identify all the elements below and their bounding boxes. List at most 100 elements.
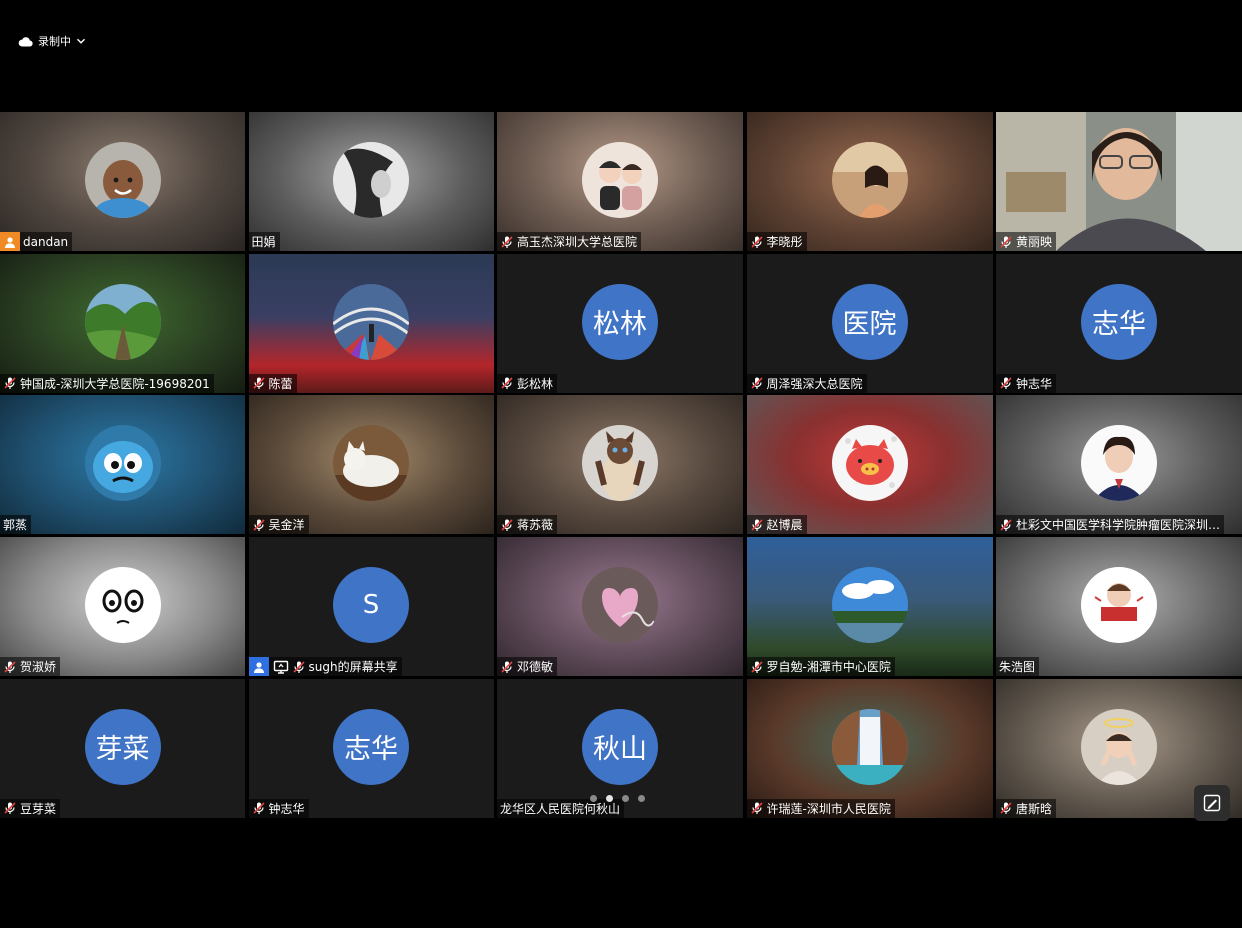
participant-tile[interactable]: 邓德敏 [497, 537, 743, 677]
cloud-icon [18, 36, 33, 47]
mic-muted-icon [1000, 377, 1012, 390]
participant-avatar [582, 142, 658, 218]
participant-name: 李晓彤 [766, 235, 803, 249]
mic-muted-icon [750, 660, 763, 673]
mic-muted-icon [252, 802, 265, 815]
screen-share-icon [273, 660, 288, 674]
participant-avatar [831, 142, 908, 218]
mic-muted-icon [750, 802, 763, 815]
page-dot[interactable] [606, 795, 613, 802]
participant-avatar [84, 283, 161, 360]
participant-label: 郭蒸 [0, 515, 32, 535]
participant-name: 龙华区人民医院何秋山 [500, 801, 621, 816]
participant-avatar: S [333, 567, 409, 644]
participant-video [996, 112, 1242, 251]
mic-muted-icon [750, 235, 763, 248]
participant-name: 朱浩图 [999, 660, 1036, 675]
participant-label: 彭松林 [497, 373, 558, 393]
participant-tile[interactable]: 郭蒸 [0, 395, 245, 535]
participant-tile[interactable]: 蒋苏薇 [497, 395, 743, 535]
participant-avatar [333, 425, 409, 502]
participant-grid: dandan 田娟 高玉杰深圳大学总医院 李晓彤 黄丽映 钟国成-深圳大学总医院… [0, 112, 1242, 818]
participant-name: 周泽强深大总医院 [766, 376, 863, 391]
participant-tile[interactable]: 许瑞莲-深圳市人民医院 [746, 678, 993, 818]
participant-name: 罗自勉-湘潭市中心医院 [766, 660, 891, 675]
mic-muted-icon [501, 519, 513, 531]
participant-name: 杜彩文中国医学科学院肿瘤医院深圳… [1016, 518, 1221, 533]
participant-name: 蒋苏薇 [517, 518, 554, 533]
mic-muted-icon [501, 235, 513, 248]
participant-tile[interactable]: 贺淑娇 [0, 537, 245, 677]
participant-tile[interactable]: 朱浩图 [996, 537, 1242, 677]
participant-name: 钟志华 [268, 801, 305, 816]
participant-tile[interactable]: 杜彩文中国医学科学院肿瘤医院深圳… [996, 395, 1242, 535]
page-indicator[interactable] [590, 795, 645, 802]
participant-tile[interactable]: 高玉杰深圳大学总医院 [497, 112, 743, 251]
page-dot[interactable] [638, 795, 645, 802]
participant-tile[interactable]: 钟国成-深圳大学总医院-19698201 [0, 253, 245, 393]
participant-avatar [582, 567, 658, 644]
participant-avatar [84, 425, 161, 502]
mic-muted-icon [750, 377, 763, 390]
participant-label: 赵博晨 [746, 515, 807, 535]
mic-muted-icon [252, 519, 265, 531]
page-dot[interactable] [622, 795, 629, 802]
participant-tile[interactable]: 李晓彤 [746, 112, 993, 251]
page-dot[interactable] [590, 795, 597, 802]
participant-label: 贺淑娇 [0, 657, 61, 677]
participant-tile[interactable]: 医院 周泽强深大总医院 [746, 253, 993, 393]
participant-name: 许瑞莲-深圳市人民医院 [766, 801, 891, 816]
participant-avatar [1081, 567, 1157, 644]
participant-name: 陈蕾 [268, 376, 293, 391]
participant-tile[interactable]: 陈蕾 [248, 253, 494, 393]
participant-name: 钟国成-深圳大学总医院-19698201 [20, 376, 210, 391]
recording-indicator[interactable]: 录制中 [18, 33, 86, 49]
participant-tile[interactable]: 罗自勉-湘潭市中心医院 [746, 537, 993, 677]
participant-tile[interactable]: dandan [0, 112, 245, 251]
mic-muted-icon [1000, 519, 1012, 531]
participant-label: 钟志华 [248, 798, 309, 818]
participant-label: 许瑞莲-深圳市人民医院 [746, 798, 895, 818]
participant-tile[interactable]: 芽菜 豆芽菜 [0, 678, 245, 818]
host-icon [248, 657, 269, 677]
participant-tile[interactable]: 志华 钟志华 [248, 678, 494, 818]
participant-label: 李晓彤 [746, 232, 807, 251]
host-icon [0, 232, 20, 251]
participant-label: 钟国成-深圳大学总医院-19698201 [0, 373, 214, 393]
participant-name: 郭蒸 [3, 518, 28, 533]
participant-tile[interactable]: S sugh的屏幕共享 [248, 537, 494, 677]
annotate-button[interactable] [1194, 785, 1230, 821]
participant-label: 吴金洋 [248, 515, 309, 535]
participant-name: 豆芽菜 [20, 801, 57, 816]
participant-avatar: 志华 [1081, 283, 1157, 360]
participant-avatar [831, 708, 908, 785]
participant-label: 黄丽映 [996, 232, 1057, 251]
participant-avatar [1081, 708, 1157, 785]
mic-muted-icon [4, 802, 16, 815]
participant-name: 赵博晨 [766, 518, 803, 533]
participant-tile[interactable]: 赵博晨 [746, 395, 993, 535]
participant-tile[interactable]: 吴金洋 [248, 395, 494, 535]
participant-avatar [831, 567, 908, 644]
chevron-down-icon [76, 38, 86, 44]
participant-label: 杜彩文中国医学科学院肿瘤医院深圳… [996, 515, 1225, 535]
participant-tile[interactable]: 志华 钟志华 [996, 253, 1242, 393]
participant-label: 钟志华 [996, 373, 1057, 393]
participant-label: 周泽强深大总医院 [746, 373, 867, 393]
participant-label: 朱浩图 [996, 657, 1040, 677]
participant-tile[interactable]: 田娟 [248, 112, 494, 251]
participant-label: 邓德敏 [497, 657, 558, 677]
participant-name: 贺淑娇 [20, 660, 57, 675]
participant-label: 罗自勉-湘潭市中心医院 [746, 657, 895, 677]
participant-label: dandan [0, 232, 73, 251]
participant-avatar [84, 142, 161, 218]
participant-tile[interactable]: 黄丽映 [996, 112, 1242, 251]
participant-tile[interactable]: 松林 彭松林 [497, 253, 743, 393]
participant-name: 吴金洋 [268, 518, 305, 533]
participant-label: 蒋苏薇 [497, 515, 558, 535]
participant-name: 彭松林 [517, 376, 554, 391]
participant-avatar: 志华 [333, 708, 409, 785]
participant-avatar [84, 567, 161, 644]
participant-name: 邓德敏 [517, 660, 554, 675]
participant-label: 田娟 [248, 232, 280, 251]
